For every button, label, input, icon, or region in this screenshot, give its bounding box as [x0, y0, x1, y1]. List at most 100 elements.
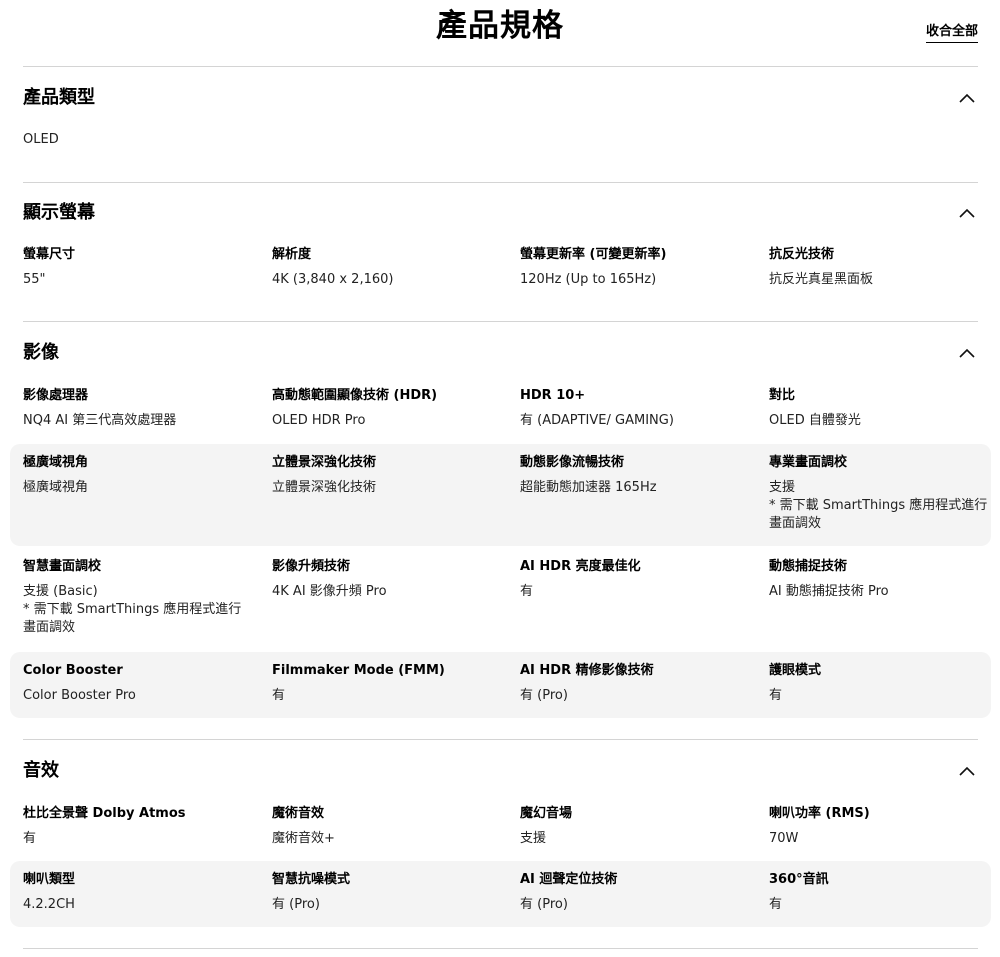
spec-label: AI HDR 精修影像技術	[520, 663, 654, 678]
spec-value: 支援 * 需下載 SmartThings 應用程式進行畫面調效	[769, 480, 988, 531]
divider	[23, 739, 978, 740]
spec-label: 專業畫面調校	[769, 455, 848, 470]
spec-value: Color Booster Pro	[23, 688, 136, 703]
spec-label: 護眼模式	[769, 663, 822, 678]
spec-cell: HDR 10+ 有 (ADAPTIVE/ GAMING)	[520, 377, 750, 430]
spec-label: 智慧畫面調校	[23, 559, 102, 574]
section-title: 音效	[23, 760, 59, 781]
collapse-all-link[interactable]: 收合全部	[925, 24, 978, 43]
spec-value: 55"	[23, 272, 46, 287]
spec-cell: 360°音訊有	[769, 861, 991, 914]
spec-label: 魔幻音場	[520, 806, 573, 821]
spec-label: 極廣域視角	[23, 455, 89, 470]
spec-label: 智慧抗噪模式	[272, 872, 351, 887]
spec-label: 立體景深強化技術	[272, 455, 377, 470]
spec-cell: 杜比全景聲 Dolby Atmos 有	[23, 795, 253, 848]
spec-value: 有	[23, 831, 37, 846]
product-type-value: OLED	[23, 132, 59, 147]
spec-cell: Color Booster Color Booster Pro	[23, 652, 253, 705]
spec-cell: 極廣域視角 極廣域視角	[23, 444, 253, 497]
spec-label: Color Booster	[23, 663, 123, 678]
spec-cell: 對比 OLED 自體發光	[769, 377, 991, 430]
spec-value: 70W	[769, 831, 799, 846]
spec-row: 智慧畫面調校支援 (Basic) * 需下載 SmartThings 應用程式進…	[10, 548, 991, 648]
spec-label: 影像處理器	[23, 388, 89, 403]
spec-cell: 抗反光技術抗反光真星黑面板	[769, 236, 991, 289]
spec-value: 魔術音效+	[272, 831, 335, 846]
chevron-up-icon[interactable]	[956, 760, 978, 782]
spec-row: 螢幕尺寸 55" 解析度 4K (3,840 x 2,160) 螢幕更新率 (可變更…	[10, 236, 991, 292]
spec-value: 有	[769, 897, 783, 912]
spec-value: OLED HDR Pro	[272, 413, 366, 428]
spec-label: 對比	[769, 388, 796, 403]
spec-value: 4.2.2CH	[23, 897, 75, 912]
section-title: 顯示螢幕	[23, 202, 95, 223]
section-title: 影像	[23, 342, 59, 363]
spec-row: 影像處理器 NQ4 AI 第三代高效處理器 高動態範圍顯像技術 (HDR) OLED…	[10, 377, 991, 439]
spec-cell: 專業畫面調校支援 * 需下載 SmartThings 應用程式進行畫面調效	[769, 444, 991, 533]
spec-row: 喇叭類型 4.2.2CH 智慧抗噪模式有 (Pro) AI 迴聲定位技術有 (Pr…	[10, 861, 991, 927]
spec-row: 極廣域視角 極廣域視角 立體景深強化技術 立體景深強化技術 動態影像流暢技術 超能動態…	[10, 444, 991, 546]
spec-label: Filmmaker Mode (FMM)	[272, 663, 445, 678]
spec-label: 喇叭功率 (RMS)	[769, 806, 870, 821]
spec-value: 有 (Pro)	[272, 897, 320, 912]
spec-label: 360°音訊	[769, 872, 829, 887]
spec-cell: 智慧畫面調校支援 (Basic) * 需下載 SmartThings 應用程式進…	[23, 548, 253, 637]
spec-label: 動態捕捉技術	[769, 559, 848, 574]
spec-cell: 魔幻音場 支援	[520, 795, 750, 848]
spec-value: 有	[520, 584, 534, 599]
chevron-up-icon[interactable]	[956, 202, 978, 224]
spec-value: 有 (Pro)	[520, 688, 568, 703]
spec-value: 有 (Pro)	[520, 897, 568, 912]
spec-row: Color Booster Color Booster Pro Filmmaker…	[10, 652, 991, 718]
spec-cell: 智慧抗噪模式有 (Pro)	[272, 861, 502, 914]
spec-row: 杜比全景聲 Dolby Atmos 有 魔術音效魔術音效+ 魔幻音場支援 喇叭功率…	[10, 795, 991, 857]
spec-label: 影像升頻技術	[272, 559, 351, 574]
chevron-up-icon[interactable]	[956, 87, 978, 109]
spec-cell: 護眼模式有	[769, 652, 991, 705]
spec-value: 有	[272, 688, 286, 703]
divider	[23, 321, 978, 322]
divider	[23, 182, 978, 183]
spec-value: 抗反光真星黑面板	[769, 272, 874, 287]
spec-cell: 螢幕尺寸 55"	[23, 236, 253, 289]
page-title: 產品規格	[436, 8, 564, 44]
spec-label: AI HDR 亮度最佳化	[520, 559, 641, 574]
spec-cell: 影像升頻技術 4K AI 影像升頻 Pro	[272, 548, 502, 601]
spec-value: 4K (3,840 x 2,160)	[272, 272, 394, 287]
spec-cell: 高動態範圍顯像技術 (HDR) OLED HDR Pro	[272, 377, 502, 430]
spec-label: 魔術音效	[272, 806, 325, 821]
spec-value: 有	[769, 688, 783, 703]
spec-cell: 喇叭功率 (RMS) 70W	[769, 795, 991, 848]
spec-label: 螢幕更新率 (可變更新率)	[520, 247, 667, 262]
section-header-display[interactable]: 顯示螢幕	[23, 198, 978, 228]
spec-value: 極廣域視角	[23, 480, 89, 495]
spec-value: AI 動態捕捉技術 Pro	[769, 584, 889, 599]
section-header-picture[interactable]: 影像	[23, 338, 978, 368]
spec-label: 喇叭類型	[23, 872, 76, 887]
spec-label: 抗反光技術	[769, 247, 835, 262]
spec-label: AI 迴聲定位技術	[520, 872, 618, 887]
section-header-product-type[interactable]: 產品類型	[23, 83, 978, 113]
spec-cell: Filmmaker Mode (FMM) 有	[272, 652, 502, 705]
spec-cell: AI HDR 亮度最佳化有	[520, 548, 750, 601]
spec-value: 120Hz (Up to 165Hz)	[520, 272, 657, 287]
chevron-up-icon[interactable]	[956, 342, 978, 364]
spec-value: 支援	[520, 831, 547, 846]
spec-label: 動態影像流暢技術	[520, 455, 625, 470]
spec-label: 螢幕尺寸	[23, 247, 76, 262]
section-header-audio[interactable]: 音效	[23, 756, 978, 786]
spec-label: 杜比全景聲 Dolby Atmos	[23, 806, 186, 821]
spec-value: 立體景深強化技術	[272, 480, 377, 495]
spec-cell: AI 迴聲定位技術有 (Pro)	[520, 861, 750, 914]
divider	[23, 948, 978, 949]
spec-value: NQ4 AI 第三代高效處理器	[23, 413, 177, 428]
spec-cell: 動態捕捉技術 AI 動態捕捉技術 Pro	[769, 548, 991, 601]
spec-label: HDR 10+	[520, 388, 586, 403]
spec-value: 支援 (Basic) * 需下載 SmartThings 應用程式進行畫面調效	[23, 584, 242, 635]
spec-cell: 動態影像流暢技術 超能動態加速器 165Hz	[520, 444, 750, 497]
spec-cell: 解析度 4K (3,840 x 2,160)	[272, 236, 502, 289]
spec-cell: 影像處理器 NQ4 AI 第三代高效處理器	[23, 377, 253, 430]
spec-value: OLED 自體發光	[769, 413, 861, 428]
section-title: 產品類型	[23, 87, 95, 108]
